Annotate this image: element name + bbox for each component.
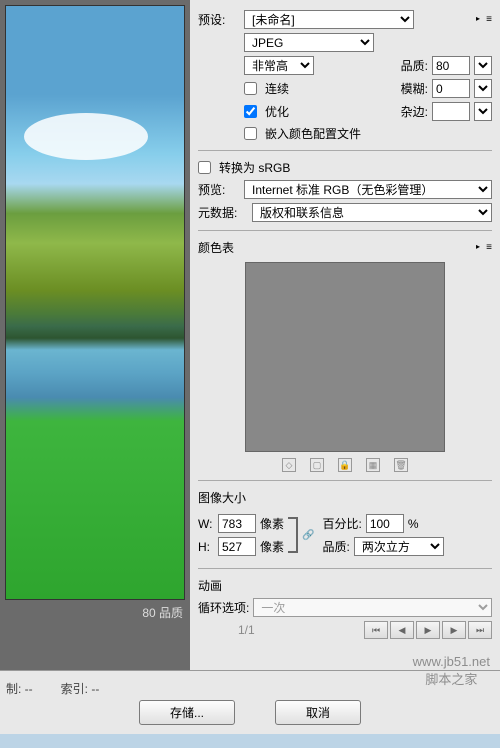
resample-select[interactable]: 两次立方 xyxy=(354,537,444,556)
percent-input[interactable] xyxy=(366,514,404,533)
percent-label: 百分比: xyxy=(322,515,361,532)
ct-icon-1[interactable]: ◇ xyxy=(282,458,296,472)
colortable-label: 颜色表 xyxy=(198,239,234,256)
matte-label: 杂边: xyxy=(401,103,428,120)
matte-dropdown[interactable] xyxy=(474,102,492,121)
embed-profile-checkbox[interactable] xyxy=(244,127,257,140)
last-frame-icon[interactable]: ⏭ xyxy=(468,621,492,639)
blur-label: 模糊: xyxy=(401,80,428,97)
frame-indicator: 1/1 xyxy=(238,623,255,637)
height-label: H: xyxy=(198,540,214,554)
optimized-label: 优化 xyxy=(265,103,289,120)
matte-input[interactable] xyxy=(432,102,470,121)
percent-suffix: % xyxy=(408,517,419,531)
animation-label: 动画 xyxy=(198,577,492,594)
status-index: 索引: -- xyxy=(61,680,100,697)
optimized-checkbox[interactable] xyxy=(244,105,257,118)
cancel-button[interactable]: 取消 xyxy=(275,700,361,725)
progressive-checkbox[interactable] xyxy=(244,82,257,95)
loop-select[interactable]: 一次 xyxy=(253,598,492,617)
colortable-actions: ◇ ▢ 🔒 ▦ 🗑 xyxy=(198,458,492,472)
embed-profile-label: 嵌入颜色配置文件 xyxy=(265,125,361,142)
ct-icon-4[interactable]: ▦ xyxy=(366,458,380,472)
preview-pane: 80 品质 xyxy=(0,0,190,670)
loop-label: 循环选项: xyxy=(198,599,249,616)
resample-label: 品质: xyxy=(322,538,349,555)
next-frame-icon[interactable]: ▶ xyxy=(442,621,466,639)
preset-label: 预设: xyxy=(198,11,240,28)
imagesize-label: 图像大小 xyxy=(198,489,492,506)
preview-quality-status: 80 品质 xyxy=(142,604,183,621)
ct-icon-2[interactable]: ▢ xyxy=(310,458,324,472)
play-icon[interactable]: ▶ xyxy=(416,621,440,639)
link-icon[interactable]: 🔗 xyxy=(302,530,314,541)
blur-input[interactable] xyxy=(432,79,470,98)
quality-input[interactable] xyxy=(432,56,470,75)
preview-select[interactable]: Internet 标准 RGB（无色彩管理） xyxy=(244,180,492,199)
watermark: www.jb51.net 脚本之家 xyxy=(413,654,490,688)
preview-label: 预览: xyxy=(198,181,240,198)
settings-pane: 预设: [未命名] JPEG 非常高 品质: 连续 模糊: 优化 杂边: xyxy=(190,0,500,670)
convert-srgb-checkbox[interactable] xyxy=(198,161,211,174)
save-button[interactable]: 存储... xyxy=(139,700,235,725)
progressive-label: 连续 xyxy=(265,80,289,97)
preset-select[interactable]: [未命名] xyxy=(244,10,414,29)
blur-dropdown[interactable] xyxy=(474,79,492,98)
metadata-select[interactable]: 版权和联系信息 xyxy=(252,203,492,222)
status-limit: 制: -- xyxy=(6,680,33,697)
quality-label: 品质: xyxy=(401,57,428,74)
format-select[interactable]: JPEG xyxy=(244,33,374,52)
link-bracket-icon xyxy=(288,517,298,553)
prev-frame-icon[interactable]: ◀ xyxy=(390,621,414,639)
width-label: W: xyxy=(198,517,214,531)
metadata-label: 元数据: xyxy=(198,204,248,221)
convert-srgb-label: 转换为 sRGB xyxy=(219,159,290,176)
colortable-menu-icon[interactable] xyxy=(476,242,492,254)
colortable-swatch[interactable] xyxy=(245,262,445,452)
width-input[interactable] xyxy=(218,514,256,533)
ct-icon-3[interactable]: 🔒 xyxy=(338,458,352,472)
trash-icon[interactable]: 🗑 xyxy=(394,458,408,472)
width-unit: 像素 xyxy=(260,515,284,532)
first-frame-icon[interactable]: ⏮ xyxy=(364,621,388,639)
height-unit: 像素 xyxy=(260,538,284,555)
height-input[interactable] xyxy=(218,537,256,556)
quality-level-select[interactable]: 非常高 xyxy=(244,56,314,75)
quality-dropdown[interactable] xyxy=(474,56,492,75)
flyout-menu-icon[interactable] xyxy=(476,14,492,26)
preview-image[interactable] xyxy=(5,5,185,600)
